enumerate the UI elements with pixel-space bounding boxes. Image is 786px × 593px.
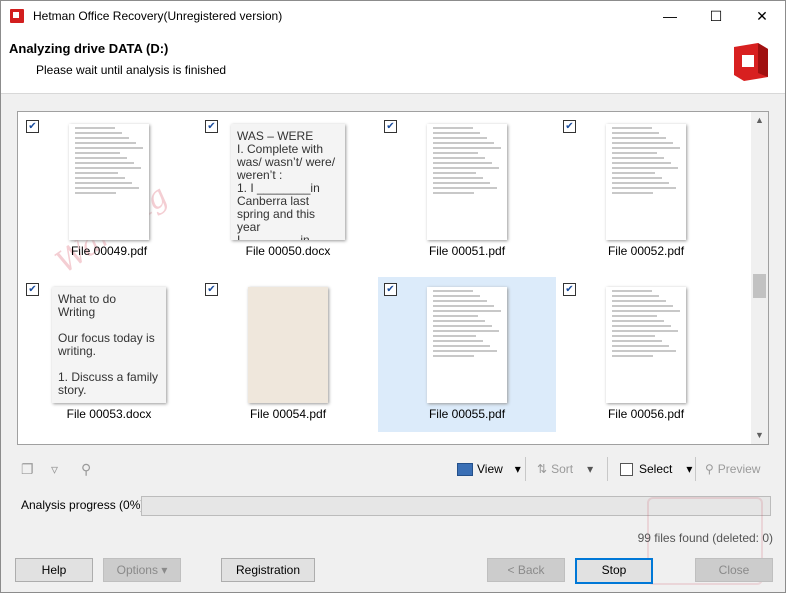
sort-dropdown-icon[interactable]: ▾ — [587, 462, 593, 476]
file-tile[interactable]: ✔ File 00054.pdf — [199, 277, 377, 432]
files-found-status: 99 files found (deleted: 0) — [637, 531, 773, 545]
app-window: Hetman Office Recovery(Unregistered vers… — [0, 0, 786, 593]
scroll-up-icon[interactable]: ▲ — [751, 112, 768, 129]
select-checkbox-icon — [620, 463, 633, 477]
hetman-logo-icon — [734, 43, 768, 81]
file-thumbnail — [248, 287, 328, 403]
page-title: Analyzing drive DATA (D:) — [9, 41, 169, 56]
maximize-button[interactable]: ☐ — [693, 1, 739, 31]
file-tile[interactable]: ✔ File 00055.pdf — [378, 277, 556, 432]
page-subtitle: Please wait until analysis is finished — [36, 63, 227, 77]
preview-icon: ⚲ — [705, 462, 714, 476]
file-name: File 00055.pdf — [428, 407, 506, 421]
file-tile[interactable]: ✔ File 00051.pdf — [378, 114, 556, 269]
file-checkbox[interactable]: ✔ — [563, 120, 576, 133]
filter-icon[interactable]: ▿ — [51, 461, 67, 477]
wizard-header: Analyzing drive DATA (D:) Please wait un… — [1, 31, 785, 94]
registration-button[interactable]: Registration — [221, 558, 315, 582]
file-preview-text: WAS – WERE I. Complete with was/ wasn’t/… — [237, 129, 336, 241]
view-icon — [457, 463, 473, 477]
stop-button[interactable]: Stop — [575, 558, 653, 584]
file-thumbnail — [427, 287, 507, 403]
file-tile[interactable]: ✔ File 00056.pdf — [557, 277, 735, 432]
file-checkbox[interactable]: ✔ — [384, 120, 397, 133]
minimize-button[interactable]: — — [647, 1, 693, 31]
options-label: Options — [116, 563, 158, 577]
file-name: File 00051.pdf — [428, 244, 506, 258]
app-icon — [10, 9, 24, 23]
file-name: File 00052.pdf — [607, 244, 685, 258]
scroll-thumb[interactable] — [753, 274, 766, 298]
file-thumbnail — [606, 124, 686, 240]
view-dropdown-icon[interactable]: ▾ — [515, 462, 521, 476]
back-button[interactable]: < Back — [487, 558, 565, 582]
select-button[interactable]: Select ▾ — [620, 459, 692, 479]
find-icon[interactable]: ⚲ — [81, 461, 97, 477]
options-dropdown-icon: ▾ — [161, 563, 168, 577]
file-checkbox[interactable]: ✔ — [205, 283, 218, 296]
file-tile[interactable]: ✔ WAS – WERE I. Complete with was/ wasn’t… — [199, 114, 377, 269]
view-label: View — [477, 462, 503, 476]
file-thumbnail — [606, 287, 686, 403]
options-button[interactable]: Options ▾ — [103, 558, 181, 582]
file-grid[interactable]: Warning ✔File 00049.pdf✔WAS – WERE I. Co… — [17, 111, 769, 445]
view-button[interactable]: View ▾ — [457, 459, 521, 479]
close-button[interactable]: Close — [695, 558, 773, 582]
file-checkbox[interactable]: ✔ — [384, 283, 397, 296]
preview-label: Preview — [717, 462, 761, 476]
window-title: Hetman Office Recovery(Unregistered vers… — [33, 9, 283, 23]
help-button[interactable]: Help — [15, 558, 93, 582]
file-checkbox[interactable]: ✔ — [26, 120, 39, 133]
file-name: File 00056.pdf — [607, 407, 685, 421]
sort-button[interactable]: ⇅ Sort ▾ — [537, 459, 593, 479]
file-preview-text: What to do Writing Our focus today is wr… — [58, 292, 159, 397]
file-name: File 00053.docx — [66, 407, 152, 421]
file-name: File 00050.docx — [245, 244, 331, 258]
file-checkbox[interactable]: ✔ — [563, 283, 576, 296]
file-checkbox[interactable]: ✔ — [205, 120, 218, 133]
sort-icon: ⇅ — [537, 462, 548, 476]
preview-button[interactable]: ⚲ Preview — [705, 459, 760, 479]
file-name: File 00054.pdf — [249, 407, 327, 421]
file-tile[interactable]: ✔ File 00049.pdf — [20, 114, 198, 269]
file-tile[interactable]: ✔ File 00052.pdf — [557, 114, 735, 269]
select-dropdown-icon[interactable]: ▾ — [686, 462, 692, 476]
sort-label: Sort — [551, 462, 574, 476]
file-thumbnail: WAS – WERE I. Complete with was/ wasn’t/… — [231, 124, 345, 240]
close-window-button[interactable]: ✕ — [739, 1, 785, 31]
select-label: Select — [639, 462, 673, 476]
file-thumbnail — [69, 124, 149, 240]
scroll-down-icon[interactable]: ▼ — [751, 427, 768, 444]
file-thumbnail: What to do Writing Our focus today is wr… — [52, 287, 166, 403]
file-checkbox[interactable]: ✔ — [26, 283, 39, 296]
file-tile[interactable]: ✔ What to do Writing Our focus today is w… — [20, 277, 198, 432]
title-bar: Hetman Office Recovery(Unregistered vers… — [1, 1, 785, 31]
vertical-scrollbar[interactable]: ▲ ▼ — [751, 112, 768, 444]
file-thumbnail — [427, 124, 507, 240]
copy-icon[interactable]: ❐ — [21, 461, 37, 477]
file-name: File 00049.pdf — [70, 244, 148, 258]
toolbar: ❐ ▿ ⚲ View ▾ ⇅ Sort ▾ Select ▾ ⚲ Preview — [1, 453, 785, 483]
progress-label: Analysis progress (0%) — [21, 498, 145, 512]
